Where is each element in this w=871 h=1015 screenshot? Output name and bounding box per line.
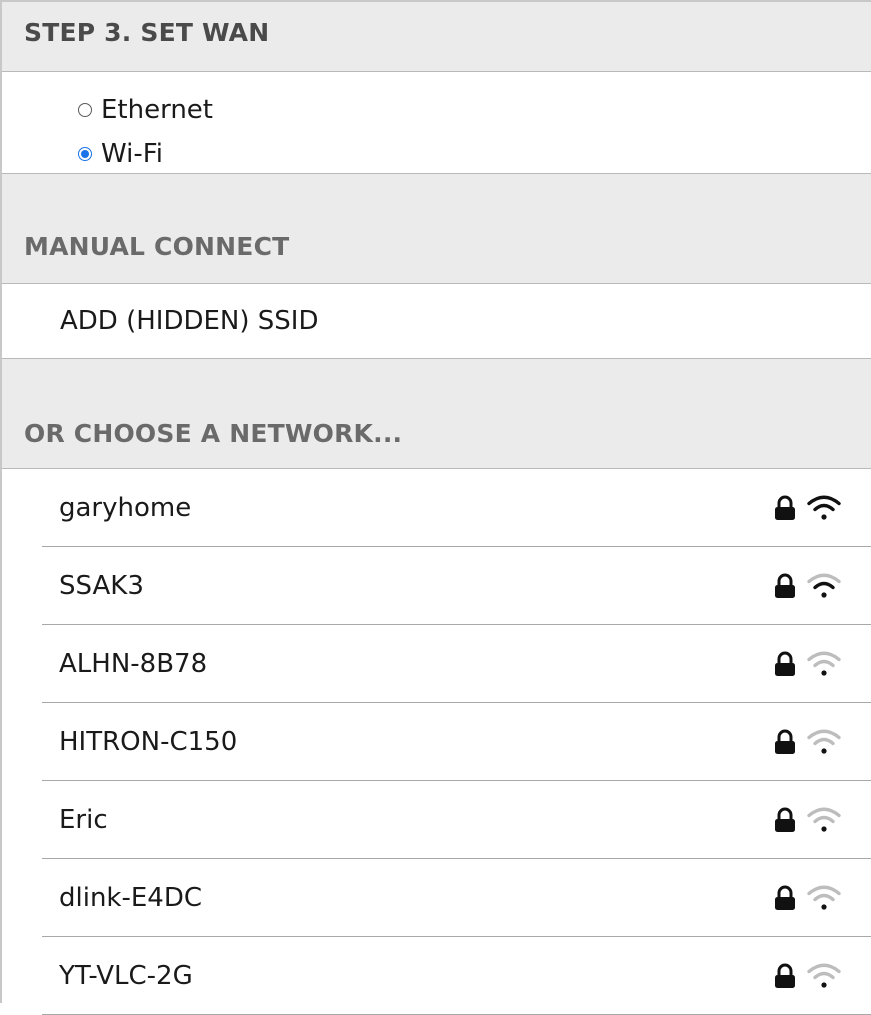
network-ssid: YT-VLC-2G <box>59 960 193 991</box>
wan-type-radio-group: Ethernet Wi-Fi <box>2 72 871 174</box>
wifi-label: Wi-Fi <box>101 139 164 169</box>
wifi-radio[interactable] <box>78 147 92 161</box>
wifi-signal-icon <box>807 884 841 912</box>
wifi-signal-icon <box>807 728 841 756</box>
wan-option-wifi[interactable]: Wi-Fi <box>78 132 871 176</box>
network-status-icons <box>774 494 841 522</box>
network-status-icons <box>774 572 841 600</box>
network-status-icons <box>774 962 841 990</box>
network-item[interactable]: SSAK3 <box>42 547 871 625</box>
wan-setup-panel: STEP 3. SET WAN Ethernet Wi-Fi MANUAL CO… <box>0 0 871 1015</box>
lock-icon <box>774 807 796 833</box>
wan-option-ethernet[interactable]: Ethernet <box>78 88 871 132</box>
add-hidden-ssid-button[interactable]: ADD (HIDDEN) SSID <box>2 284 871 359</box>
network-item[interactable]: YT-VLC-2G <box>42 937 871 1015</box>
manual-connect-title: MANUAL CONNECT <box>24 232 290 261</box>
network-ssid: Eric <box>59 804 108 835</box>
ethernet-label: Ethernet <box>101 95 213 125</box>
manual-connect-header: MANUAL CONNECT <box>2 174 871 284</box>
wifi-signal-icon <box>807 806 841 834</box>
wifi-signal-icon <box>807 962 841 990</box>
network-item[interactable]: Eric <box>42 781 871 859</box>
wifi-signal-icon <box>807 572 841 600</box>
step-title: STEP 3. SET WAN <box>24 18 270 47</box>
lock-icon <box>774 963 796 989</box>
ethernet-radio[interactable] <box>78 103 92 117</box>
network-item[interactable]: dlink-E4DC <box>42 859 871 937</box>
network-status-icons <box>774 650 841 678</box>
network-list: garyhome SSAK3 ALHN-8B78 HITRON-C150 Eric dli… <box>42 469 871 1015</box>
network-ssid: ALHN-8B78 <box>59 648 208 679</box>
network-ssid: dlink-E4DC <box>59 882 203 913</box>
wifi-signal-icon <box>807 494 841 522</box>
network-status-icons <box>774 806 841 834</box>
wifi-signal-icon <box>807 650 841 678</box>
choose-network-header: OR CHOOSE A NETWORK... <box>2 359 871 469</box>
network-item[interactable]: HITRON-C150 <box>42 703 871 781</box>
choose-network-title: OR CHOOSE A NETWORK... <box>24 419 403 448</box>
network-ssid: HITRON-C150 <box>59 726 238 757</box>
lock-icon <box>774 651 796 677</box>
lock-icon <box>774 573 796 599</box>
add-hidden-ssid-label: ADD (HIDDEN) SSID <box>60 306 319 336</box>
lock-icon <box>774 495 796 521</box>
network-status-icons <box>774 728 841 756</box>
network-item[interactable]: ALHN-8B78 <box>42 625 871 703</box>
network-ssid: SSAK3 <box>59 570 144 601</box>
network-item[interactable]: garyhome <box>42 469 871 547</box>
network-status-icons <box>774 884 841 912</box>
step-header: STEP 3. SET WAN <box>2 2 871 72</box>
network-ssid: garyhome <box>59 492 192 523</box>
lock-icon <box>774 885 796 911</box>
lock-icon <box>774 729 796 755</box>
